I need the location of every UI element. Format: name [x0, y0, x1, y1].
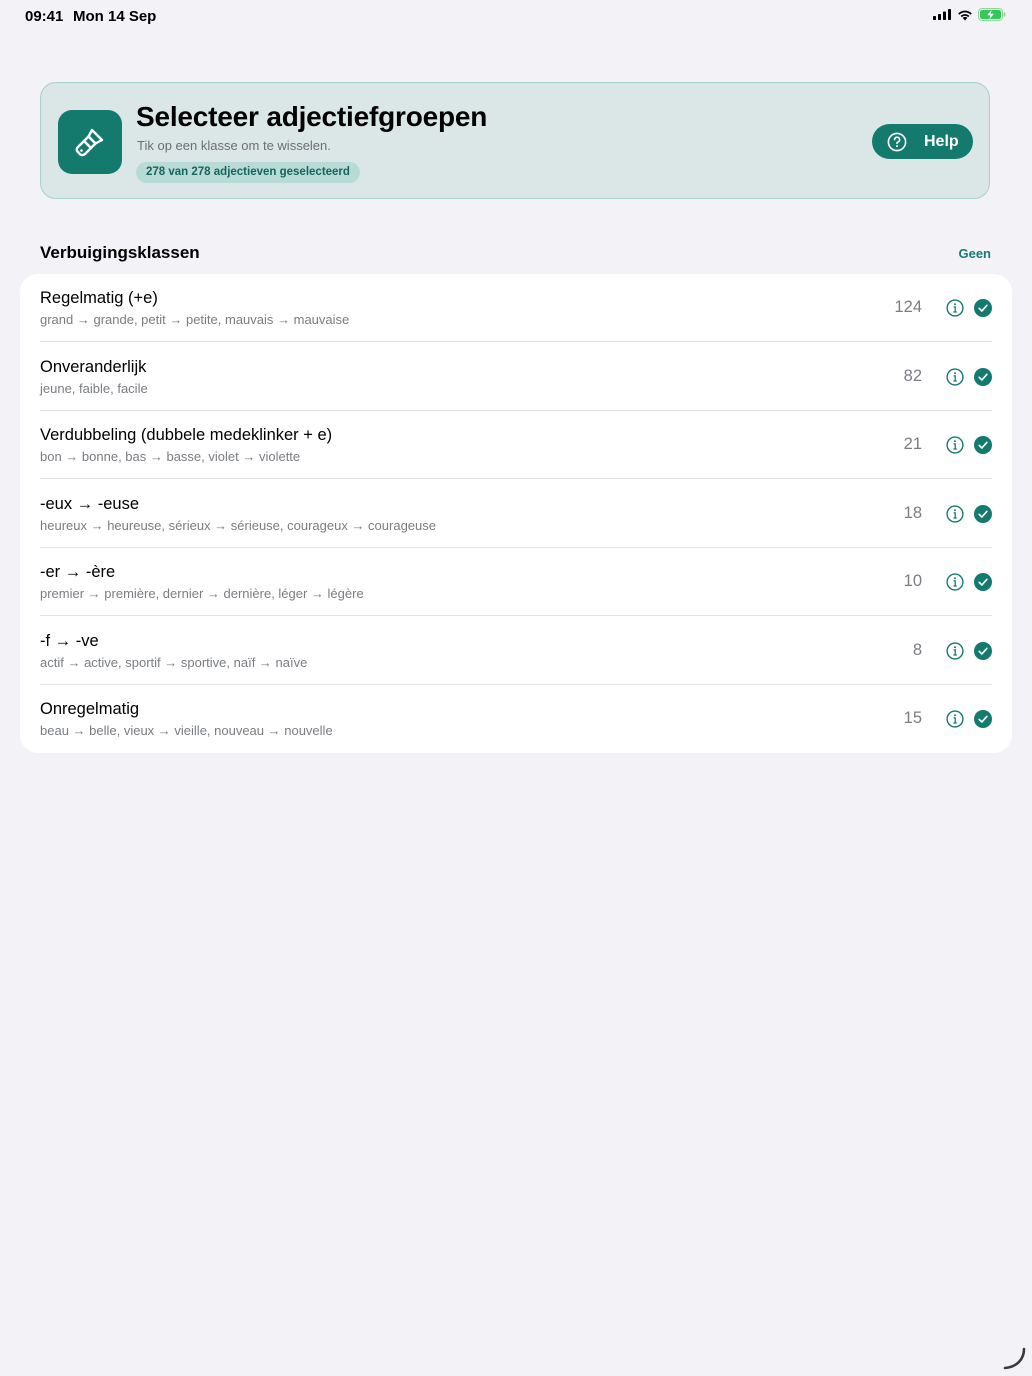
row-example: beau → belle, vieux → vieille, nouveau →… [40, 723, 333, 738]
row-count: 8 [912, 640, 922, 659]
row-count: 21 [903, 435, 922, 453]
checkmark-circle-icon[interactable] [974, 710, 992, 728]
help-button[interactable]: Help [872, 124, 973, 159]
page-subtitle: Tik op een klasse om te wisselen. [137, 138, 331, 153]
status-date: Mon 14 Sep [73, 8, 157, 25]
row-count: 15 [903, 709, 922, 727]
row-title: -f → -ve [40, 631, 99, 650]
row-example: jeune, faible, facile [40, 380, 148, 396]
info-icon[interactable] [946, 367, 964, 386]
info-icon[interactable] [946, 436, 964, 454]
info-icon[interactable] [946, 504, 964, 523]
info-icon[interactable] [946, 573, 964, 591]
paintbrush-icon [58, 110, 122, 174]
status-time: 09:41 [25, 8, 64, 25]
list-item[interactable]: Onregelmatig beau → belle, vieux → vieil… [40, 685, 992, 753]
header-card: Selecteer adjectiefgroepen Tik op een kl… [40, 82, 990, 199]
row-example: heureux → heureuse, sérieux → sérieuse, … [40, 517, 436, 533]
checkmark-circle-icon[interactable] [974, 299, 992, 317]
list-item[interactable]: -er → -ère premier → première, dernier →… [40, 548, 992, 616]
question-circle-icon [887, 132, 907, 151]
cellular-signal-icon [933, 9, 951, 20]
row-title: -er → -ère [40, 563, 116, 581]
list-item[interactable]: -f → -ve actif → active, sportif → sport… [40, 617, 992, 685]
row-title: -eux → -euse [40, 494, 140, 513]
row-count: 82 [903, 366, 922, 385]
row-title: Onveranderlijk [40, 357, 147, 376]
battery-charging-icon [978, 8, 1006, 21]
row-count: 10 [903, 572, 922, 590]
row-example: premier → première, dernier → dernière, … [40, 586, 364, 601]
row-title: Onregelmatig [40, 700, 140, 718]
list-item[interactable]: Regelmatig (+e) grand → grande, petit → … [40, 274, 992, 342]
wifi-icon [958, 10, 972, 20]
page-title: Selecteer adjectiefgroepen [136, 101, 488, 132]
checkmark-circle-icon[interactable] [974, 573, 992, 591]
selection-count-badge: 278 van 278 adjectieven geselecteerd [136, 162, 360, 183]
help-button-label: Help [924, 132, 959, 150]
section-title: Verbuigingsklassen [40, 243, 200, 262]
status-bar: 09:41 Mon 14 Sep [0, 0, 1032, 34]
info-icon[interactable] [946, 299, 964, 317]
status-icons [933, 8, 1006, 21]
checkmark-circle-icon[interactable] [974, 641, 992, 660]
row-title: Regelmatig (+e) [40, 289, 158, 307]
list-item[interactable]: Onveranderlijk jeune, faible, facile 82 [40, 343, 992, 411]
row-title: Verdubbeling (dubbele medeklinker + e) [40, 426, 333, 444]
list-item[interactable]: Verdubbeling (dubbele medeklinker + e) b… [40, 411, 992, 479]
resize-corner-icon[interactable] [1002, 1346, 1028, 1372]
checkmark-circle-icon[interactable] [974, 504, 992, 523]
row-example: actif → active, sportif → sportive, naïf… [40, 654, 308, 670]
checkmark-circle-icon[interactable] [974, 367, 992, 386]
info-icon[interactable] [946, 710, 964, 728]
row-count: 18 [903, 503, 922, 522]
row-example: grand → grande, petit → petite, mauvais … [40, 312, 350, 327]
checkmark-circle-icon[interactable] [974, 436, 992, 454]
list-item[interactable]: -eux → -euse heureux → heureuse, sérieux… [40, 480, 992, 548]
row-count: 124 [894, 298, 922, 316]
class-list: Regelmatig (+e) grand → grande, petit → … [20, 274, 1012, 753]
screen: 09:41 Mon 14 Sep Selecteer adjectiefgroe… [0, 0, 1032, 1376]
info-icon[interactable] [946, 641, 964, 660]
row-example: bon → bonne, bas → basse, violet → viole… [40, 449, 301, 464]
select-none-button[interactable]: Geen [958, 246, 991, 261]
